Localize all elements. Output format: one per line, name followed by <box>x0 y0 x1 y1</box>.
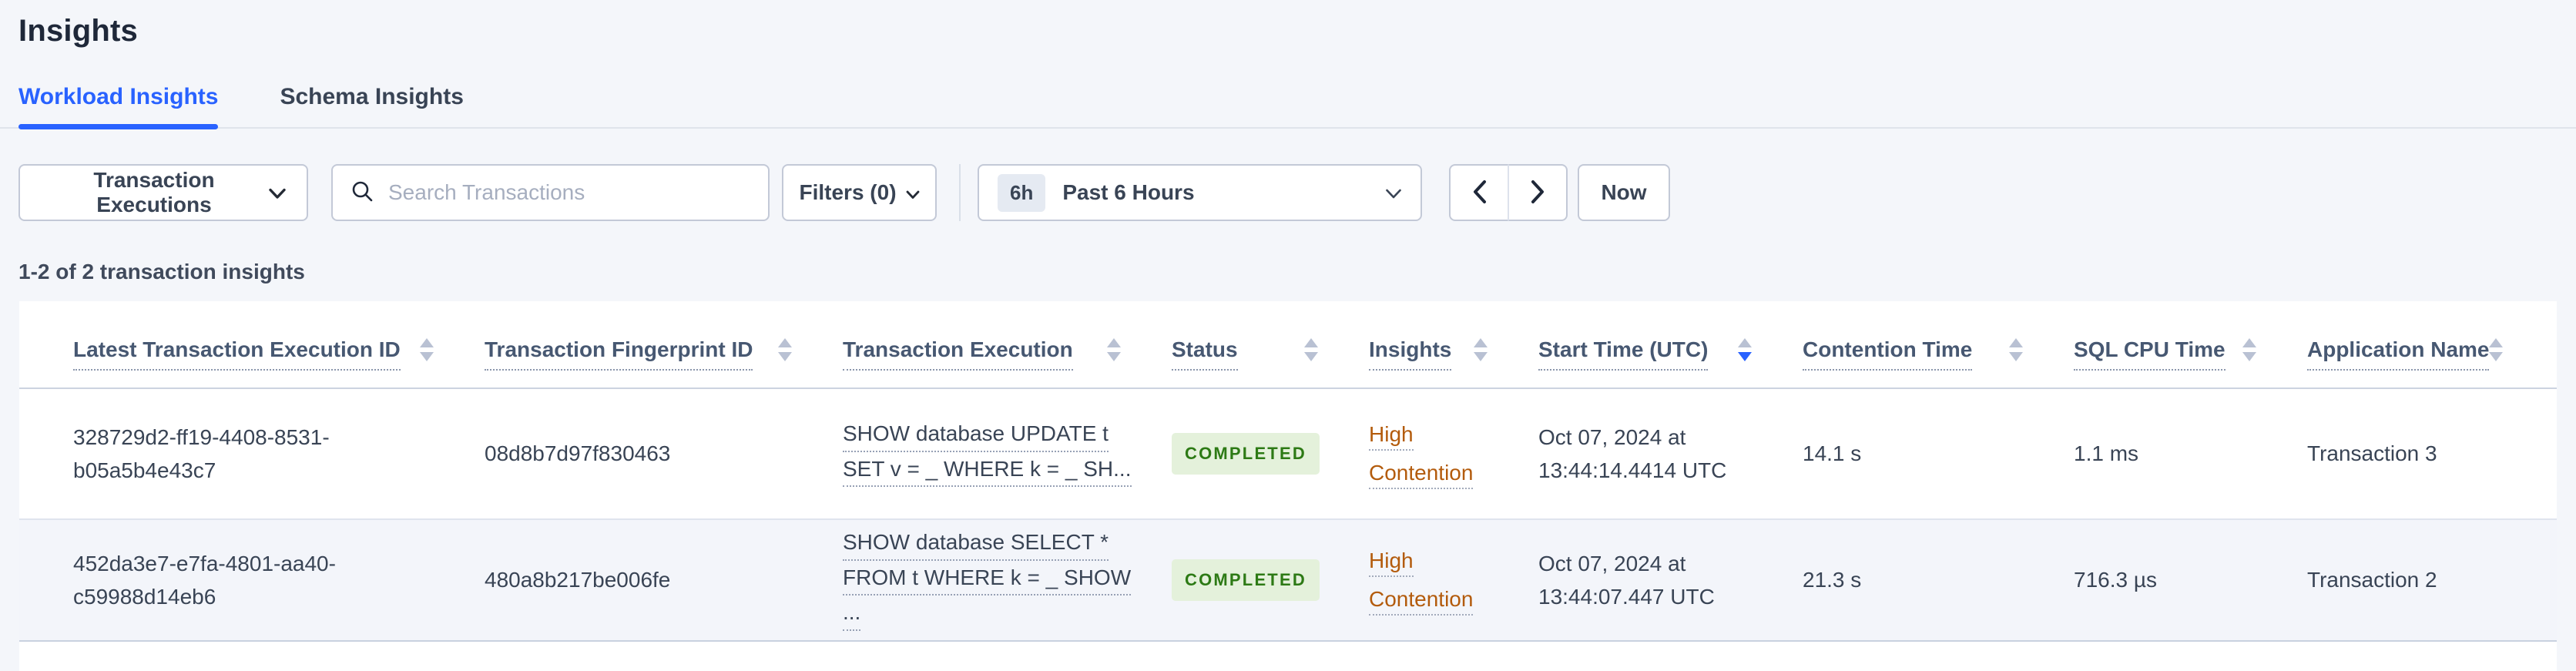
column-header-start-time-utc[interactable]: Start Time (UTC) <box>1538 337 1803 388</box>
time-prev-button[interactable] <box>1449 164 1508 221</box>
page-title: Insights <box>18 14 138 48</box>
execution-type-label: Transaction Executions <box>93 168 215 216</box>
toolbar-divider <box>959 164 961 221</box>
search-input[interactable] <box>387 179 751 206</box>
cell-insights: High Contention <box>1369 415 1538 493</box>
cell-insights: High Contention <box>1369 542 1538 619</box>
tab-bar: Workload Insights Schema Insights <box>0 84 2576 129</box>
table-row: 452da3e7-e7fa-4801-aa40-c59988d14eb6 480… <box>19 518 2557 642</box>
insights-table-card: Latest Transaction Execution ID Transact… <box>19 301 2557 671</box>
results-summary: 1-2 of 2 transaction insights <box>18 260 305 283</box>
cell-transaction-execution: SHOW database SELECT * FROM t WHERE k = … <box>843 525 1172 635</box>
tab-workload-insights[interactable]: Workload Insights <box>18 84 219 129</box>
chevron-down-icon <box>906 180 920 205</box>
search-box[interactable] <box>331 164 770 221</box>
tab-schema-insights[interactable]: Schema Insights <box>280 84 463 127</box>
time-pager <box>1449 164 1568 221</box>
column-header-application-name[interactable]: Application Name <box>2307 337 2554 388</box>
chevron-down-icon <box>268 180 287 205</box>
page-header: Insights <box>0 0 2576 49</box>
cell-sql-cpu-time: 1.1 ms <box>2074 441 2139 466</box>
cell-latest-execution-id: 452da3e7-e7fa-4801-aa40-c59988d14eb6 <box>73 551 336 609</box>
transaction-execution-link[interactable]: FROM t WHERE k = _ SHOW <box>843 565 1132 596</box>
column-header-insights[interactable]: Insights <box>1369 337 1538 388</box>
search-icon <box>350 179 374 207</box>
filters-label: Filters (0) <box>799 180 897 204</box>
toolbar: Transaction Executions Filters (0) 6h Pa… <box>18 164 2558 221</box>
insight-link-high-contention[interactable]: High Contention <box>1369 421 1474 489</box>
transaction-execution-link[interactable]: SHOW database UPDATE t <box>843 421 1109 452</box>
cell-start-time: Oct 07, 2024 at 13:44:14.4414 UTC <box>1538 424 1727 482</box>
cell-sql-cpu-time: 716.3 µs <box>2074 568 2157 592</box>
sort-icons[interactable] <box>1474 338 1488 371</box>
column-header-latest-transaction-execution-id[interactable]: Latest Transaction Execution ID <box>73 337 485 388</box>
table-row: 328729d2-ff19-4408-8531-b05a5b4e43c7 08d… <box>19 389 2557 518</box>
status-badge: COMPLETED <box>1172 559 1320 602</box>
transaction-execution-link[interactable]: ... <box>843 599 861 631</box>
column-header-contention-time[interactable]: Contention Time <box>1803 337 2074 388</box>
status-badge: COMPLETED <box>1172 432 1320 475</box>
cell-status: COMPLETED <box>1172 559 1369 602</box>
column-header-status[interactable]: Status <box>1172 337 1369 388</box>
time-next-button[interactable] <box>1508 164 1568 221</box>
cell-transaction-execution: SHOW database UPDATE t SET v = _ WHERE k… <box>843 417 1172 491</box>
filters-button[interactable]: Filters (0) <box>782 164 937 221</box>
chevron-right-icon <box>1531 179 1545 206</box>
transaction-execution-link[interactable]: SET v = _ WHERE k = _ SH... <box>843 456 1132 488</box>
sort-icons[interactable] <box>1304 338 1318 371</box>
cell-application-name: Transaction 2 <box>2307 568 2437 592</box>
sort-icons[interactable] <box>2489 338 2504 371</box>
sort-icons[interactable] <box>420 338 434 371</box>
cell-application-name: Transaction 3 <box>2307 441 2437 466</box>
chevron-down-icon <box>1385 180 1402 205</box>
sort-icons[interactable] <box>1107 338 1121 371</box>
sort-icons-active-desc[interactable] <box>1738 338 1752 371</box>
table-header-row: Latest Transaction Execution ID Transact… <box>19 301 2557 389</box>
cell-latest-execution-id: 328729d2-ff19-4408-8531-b05a5b4e43c7 <box>73 424 330 482</box>
sort-icons[interactable] <box>778 338 792 371</box>
insight-link-high-contention[interactable]: High Contention <box>1369 548 1474 616</box>
time-range-chip: 6h <box>998 173 1046 212</box>
column-header-sql-cpu-time[interactable]: SQL CPU Time <box>2074 337 2307 388</box>
cell-start-time: Oct 07, 2024 at 13:44:07.447 UTC <box>1538 551 1715 609</box>
cell-contention-time: 21.3 s <box>1803 568 1862 592</box>
sort-icons[interactable] <box>2242 338 2256 371</box>
cell-fingerprint-id: 480a8b217be006fe <box>485 568 671 592</box>
now-button[interactable]: Now <box>1578 164 1670 221</box>
execution-type-dropdown[interactable]: Transaction Executions <box>18 164 308 221</box>
cell-contention-time: 14.1 s <box>1803 441 1862 466</box>
column-header-transaction-execution[interactable]: Transaction Execution <box>843 337 1172 388</box>
chevron-left-icon <box>1472 179 1487 206</box>
time-range-dropdown[interactable]: 6h Past 6 Hours <box>978 164 1422 221</box>
cell-fingerprint-id: 08d8b7d97f830463 <box>485 441 671 466</box>
sort-icons[interactable] <box>2009 338 2023 371</box>
cell-status: COMPLETED <box>1172 432 1369 475</box>
column-header-transaction-fingerprint-id[interactable]: Transaction Fingerprint ID <box>485 337 843 388</box>
transaction-execution-link[interactable]: SHOW database SELECT * <box>843 529 1109 561</box>
time-range-label: Past 6 Hours <box>1062 180 1195 204</box>
